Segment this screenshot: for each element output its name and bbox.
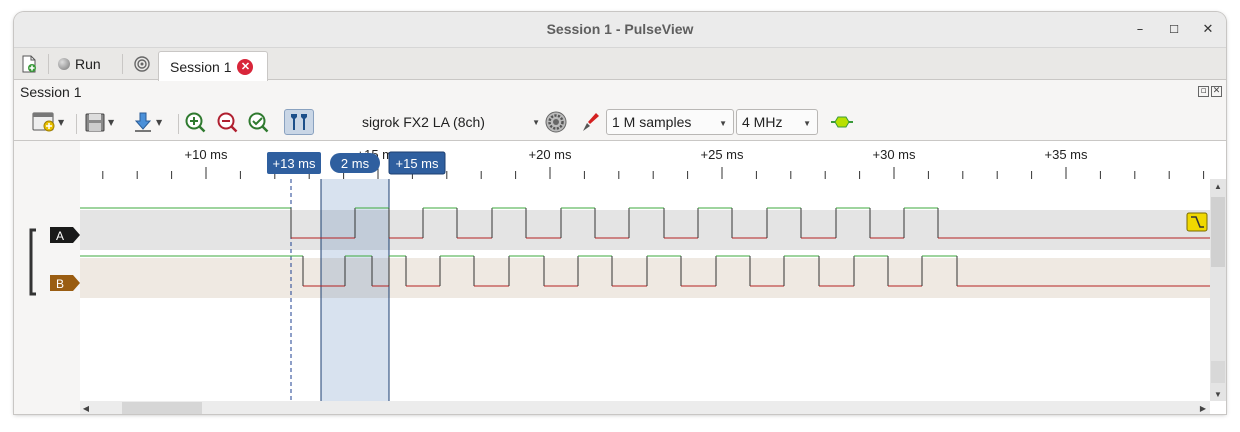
run-button[interactable]: Run — [58, 52, 101, 76]
tab-session-1[interactable]: Session 1 ✕ — [158, 51, 268, 81]
add-decoder-button[interactable] — [828, 109, 856, 135]
trigger-falling-edge-icon[interactable] — [1186, 212, 1208, 232]
session-tab-bar: Run Session 1 ✕ — [14, 48, 1226, 81]
channel-b-name: B — [56, 277, 64, 291]
time-ruler[interactable] — [80, 141, 1210, 191]
main-toolbar: ▼ ▼ ▼ sigrok FX2 LA (8ch) ▼ 1 M samples … — [14, 104, 1226, 140]
run-status-icon — [58, 58, 70, 70]
save-menu-button[interactable]: ▼ — [84, 109, 114, 135]
separator — [76, 114, 77, 134]
gear-icon — [545, 111, 567, 133]
cursor-left-flag[interactable]: +13 ms — [267, 152, 321, 174]
channel-a-name: A — [56, 229, 64, 243]
zoom-in-button[interactable] — [182, 109, 208, 135]
pulseview-window: Session 1 - PulseView – ☐ ✕ Run Session … — [14, 12, 1226, 414]
channel-a-row — [80, 210, 1210, 250]
separator — [48, 54, 49, 74]
export-icon — [134, 112, 152, 132]
separator — [122, 54, 123, 74]
channel-b-label[interactable]: B — [50, 275, 80, 291]
cursor-left-label: +13 ms — [273, 156, 316, 171]
open-menu-button[interactable]: ▼ — [32, 109, 64, 135]
minimize-icon[interactable]: – — [1130, 20, 1150, 40]
cursors-icon — [291, 114, 307, 130]
dock-close-icon[interactable]: ✕ — [1211, 86, 1222, 97]
channel-group-bracket — [29, 228, 36, 296]
vertical-scrollbar-handle[interactable] — [1211, 197, 1225, 267]
ruler-tick-label: +25 ms — [701, 147, 744, 162]
close-icon[interactable]: ✕ — [1198, 20, 1218, 40]
target-icon — [134, 56, 150, 72]
horizontal-scrollbar-handle[interactable] — [122, 402, 202, 414]
ruler-tick-label: +10 ms — [185, 147, 228, 162]
chevron-down-icon: ▼ — [803, 119, 811, 128]
channel-b-row — [80, 258, 1210, 298]
zoom-out-button[interactable] — [214, 109, 240, 135]
channel-a-label[interactable]: A — [50, 227, 80, 243]
chevron-down-icon: ▼ — [108, 117, 115, 127]
device-selector[interactable]: sigrok FX2 LA (8ch) ▼ — [350, 109, 540, 135]
new-session-icon — [22, 55, 36, 73]
dock-float-icon[interactable]: ▫ — [1198, 86, 1209, 97]
scroll-up-icon[interactable]: ▲ — [1214, 182, 1222, 191]
chevron-down-icon: ▼ — [532, 118, 540, 127]
dock-title: Session 1 — [20, 84, 82, 100]
tab-close-icon[interactable]: ✕ — [237, 58, 254, 75]
export-menu-button[interactable]: ▼ — [132, 109, 162, 135]
save-icon — [85, 113, 105, 132]
zoom-in-icon — [185, 112, 206, 133]
chevron-down-icon: ▼ — [58, 117, 65, 127]
sample-count-value: 1 M samples — [612, 114, 692, 130]
samplerate-select[interactable]: 4 MHz ▼ — [736, 109, 818, 135]
maximize-icon[interactable]: ☐ — [1164, 20, 1184, 40]
window-title: Session 1 - PulseView — [546, 21, 694, 37]
device-config-button[interactable] — [544, 109, 568, 135]
scroll-left-icon[interactable]: ◀ — [83, 404, 90, 413]
chevron-down-icon: ▼ — [156, 117, 163, 127]
cursor-width-label: 2 ms — [341, 156, 370, 171]
device-name: sigrok FX2 LA (8ch) — [362, 114, 485, 130]
zoom-fit-button[interactable] — [246, 109, 272, 135]
scroll-down-icon[interactable]: ▼ — [1214, 390, 1222, 399]
zoom-out-icon — [217, 112, 238, 133]
samplerate-value: 4 MHz — [742, 114, 783, 130]
show-cursors-toggle[interactable] — [284, 109, 314, 135]
horizontal-scrollbar[interactable] — [80, 401, 1210, 414]
sample-count-select[interactable]: 1 M samples ▼ — [606, 109, 734, 135]
new-session-button[interactable] — [20, 52, 38, 76]
zoom-fit-icon — [248, 112, 269, 133]
open-file-icon — [32, 112, 55, 132]
ruler-tick-label: +35 ms — [1045, 147, 1088, 162]
tab-label: Session 1 — [170, 58, 232, 75]
probe-config-button[interactable] — [578, 109, 602, 135]
run-label: Run — [75, 56, 101, 72]
trace-canvas[interactable]: +10 ms +15 ms +20 ms +25 ms +30 ms +35 ms +13… — [14, 141, 1226, 414]
cursor-width-flag[interactable]: 2 ms — [330, 153, 380, 173]
separator — [178, 114, 179, 134]
ruler-tick-label: +30 ms — [873, 147, 916, 162]
ruler-tick-label: +20 ms — [529, 147, 572, 162]
chevron-down-icon: ▼ — [719, 119, 727, 128]
trace-view: +10 ms +15 ms +20 ms +25 ms +30 ms +35 ms +13… — [14, 140, 1226, 414]
decoder-icon — [831, 116, 853, 128]
cursor-right-label: +15 ms — [396, 156, 439, 171]
session-settings-button[interactable] — [134, 52, 150, 76]
probe-icon — [583, 113, 599, 131]
title-bar: Session 1 - PulseView – ☐ ✕ — [14, 12, 1226, 48]
vertical-scrollbar-lower — [1211, 361, 1225, 383]
dock-controls: ▫ ✕ — [1196, 85, 1222, 97]
scroll-right-icon[interactable]: ▶ — [1200, 404, 1207, 413]
cursor-right-flag[interactable]: +15 ms — [388, 151, 446, 175]
